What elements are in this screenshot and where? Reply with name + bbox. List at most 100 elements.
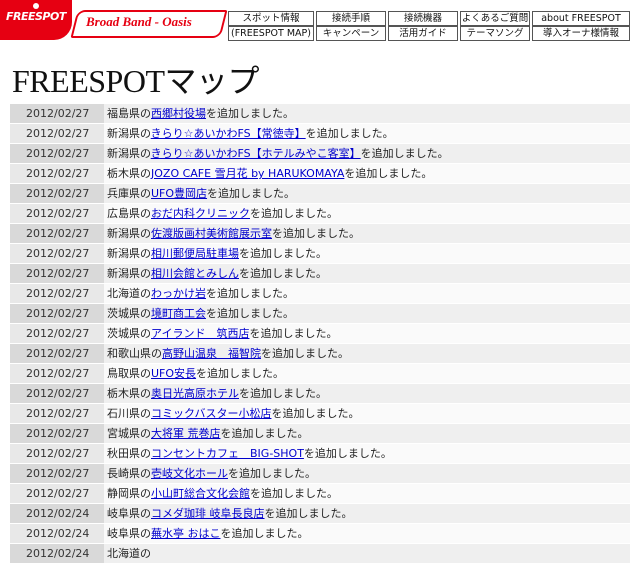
page-title: FREESPOTマップ (12, 63, 260, 99)
spot-link[interactable]: 相川会館とみしん (151, 267, 239, 280)
entry-suffix: を追加しました。 (206, 307, 294, 320)
nav-link-2-0[interactable]: 接続機器 (388, 11, 458, 26)
spot-link[interactable]: おだ内科クリニック (151, 207, 250, 220)
spot-link[interactable]: コンセントカフェ BIG-SHOT (151, 447, 304, 460)
freespot-logo[interactable]: FREESPOT (0, 0, 72, 40)
entry-message: 北海道のわっかけ岩を追加しました。 (104, 284, 630, 303)
spot-link[interactable]: 壱岐文化ホール (151, 467, 228, 480)
spot-link[interactable]: 奥日光高原ホテル (151, 387, 239, 400)
list-item: 2012/02/27 新潟県のきらり☆あいかわFS【常徳寺】を追加しました。 (10, 124, 630, 144)
nav-link-2-1[interactable]: 活用ガイド (388, 26, 458, 41)
entry-prefecture: 新潟県の (107, 227, 151, 240)
entry-message: 新潟県の相川郵便局駐車場を追加しました。 (104, 244, 630, 263)
nav-link-0-1[interactable]: (FREESPOT MAP) (228, 26, 314, 41)
spot-link[interactable]: コメダ珈琲 岐阜長良店 (151, 507, 265, 520)
spot-link[interactable]: 佐渡版画村美術館展示室 (151, 227, 272, 240)
list-item: 2012/02/27 栃木県のJOZO CAFE 雪月花 by HARUKOMAY… (10, 164, 630, 184)
entry-prefecture: 宮城県の (107, 427, 151, 440)
entry-prefecture: 岐阜県の (107, 507, 151, 520)
spot-link[interactable]: きらり☆あいかわFS【ホテルみやこ客室】 (151, 147, 361, 160)
entry-prefecture: 和歌山県の (107, 347, 162, 360)
entry-suffix: を追加しました。 (344, 167, 433, 180)
entry-date: 2012/02/27 (10, 464, 104, 483)
entry-message: 新潟県のきらり☆あいかわFS【ホテルみやこ客室】を追加しました。 (104, 144, 630, 163)
list-item: 2012/02/27 茨城県の境町商工会を追加しました。 (10, 304, 630, 324)
nav-link-4-1[interactable]: 導入オーナ様情報 (532, 26, 630, 41)
entry-message: 秋田県のコンセントカフェ BIG-SHOTを追加しました。 (104, 444, 630, 463)
spot-link[interactable]: わっかけ岩 (151, 287, 206, 300)
entry-suffix: を追加しました。 (239, 387, 327, 400)
nav-link-1-0[interactable]: 接続手順 (316, 11, 386, 26)
list-item: 2012/02/24 岐阜県のコメダ珈琲 岐阜長良店を追加しました。 (10, 504, 630, 524)
entry-suffix: を追加しました。 (360, 147, 449, 160)
entry-prefecture: 新潟県の (107, 267, 151, 280)
entry-message: 長崎県の壱岐文化ホールを追加しました。 (104, 464, 630, 483)
entry-suffix: を追加しました。 (228, 467, 316, 480)
nav-link-1-1[interactable]: キャンペーン (316, 26, 386, 41)
entry-message: 兵庫県のUFO豊岡店を追加しました。 (104, 184, 630, 203)
spot-link[interactable]: コミックバスター小松店 (151, 407, 271, 420)
spot-link[interactable]: JOZO CAFE 雪月花 by HARUKOMAYA (151, 167, 344, 180)
site-header: FREESPOT Broad Band - Oasis スポット情報 (FREES… (0, 0, 640, 44)
list-item: 2012/02/27 北海道のわっかけ岩を追加しました。 (10, 284, 630, 304)
entry-prefecture: 北海道の (107, 287, 151, 300)
list-item: 2012/02/27 和歌山県の高野山温泉 福智院を追加しました。 (10, 344, 630, 364)
spot-link[interactable]: 蕪水亭 おはこ (151, 527, 221, 540)
entry-date: 2012/02/27 (10, 364, 104, 383)
entry-prefecture: 栃木県の (107, 167, 151, 180)
entry-suffix: を追加しました。 (250, 487, 338, 500)
entry-message: 茨城県の境町商工会を追加しました。 (104, 304, 630, 323)
nav-link-3-1[interactable]: テーマソング (460, 26, 530, 41)
entry-suffix: を追加しました。 (220, 427, 309, 440)
spot-link[interactable]: 大将軍 荒巻店 (151, 427, 221, 440)
brand-text[interactable]: Broad Band - Oasis (86, 14, 192, 30)
entry-suffix: を追加しました。 (250, 207, 338, 220)
entry-prefecture: 長崎県の (107, 467, 151, 480)
entry-prefecture: 福島県の (107, 107, 151, 120)
list-item: 2012/02/24 北海道の (10, 544, 630, 564)
nav-link-4-0[interactable]: about FREESPOT (532, 11, 630, 26)
list-item: 2012/02/27 新潟県の相川会館とみしんを追加しました。 (10, 264, 630, 284)
entry-message: 石川県のコミックバスター小松店を追加しました。 (104, 404, 630, 423)
spot-link[interactable]: UFO安長 (151, 367, 196, 380)
entry-date: 2012/02/27 (10, 324, 104, 343)
entry-date: 2012/02/27 (10, 144, 104, 163)
entry-date: 2012/02/27 (10, 444, 104, 463)
list-item: 2012/02/27 新潟県のきらり☆あいかわFS【ホテルみやこ客室】を追加しまし… (10, 144, 630, 164)
spot-link[interactable]: 西郷村役場 (151, 107, 206, 120)
entry-message: 福島県の西郷村役場を追加しました。 (104, 104, 630, 123)
list-item: 2012/02/27 長崎県の壱岐文化ホールを追加しました。 (10, 464, 630, 484)
entry-prefecture: 秋田県の (107, 447, 151, 460)
entry-prefecture: 兵庫県の (107, 187, 151, 200)
entry-suffix: を追加しました。 (207, 187, 296, 200)
list-item: 2012/02/27 新潟県の佐渡版画村美術館展示室を追加しました。 (10, 224, 630, 244)
entry-date: 2012/02/27 (10, 124, 104, 143)
spot-link[interactable]: 高野山温泉 福智院 (162, 347, 261, 360)
entry-prefecture: 広島県の (107, 207, 151, 220)
update-list: 2012/02/27 福島県の西郷村役場を追加しました。 2012/02/27 新潟県… (10, 104, 630, 564)
spot-link[interactable]: アイランド 筑西店 (151, 327, 249, 340)
entry-message: 栃木県のJOZO CAFE 雪月花 by HARUKOMAYAを追加しました。 (104, 164, 630, 183)
entry-message: 岐阜県のコメダ珈琲 岐阜長良店を追加しました。 (104, 504, 630, 523)
entry-message: 新潟県の相川会館とみしんを追加しました。 (104, 264, 630, 283)
entry-date: 2012/02/27 (10, 284, 104, 303)
spot-link[interactable]: UFO豊岡店 (151, 187, 207, 200)
entry-date: 2012/02/27 (10, 424, 104, 443)
nav-link-3-0[interactable]: よくあるご質問 (460, 11, 530, 26)
spot-link[interactable]: 相川郵便局駐車場 (151, 247, 239, 260)
entry-date: 2012/02/27 (10, 244, 104, 263)
entry-message: 茨城県のアイランド 筑西店を追加しました。 (104, 324, 630, 343)
entry-date: 2012/02/27 (10, 384, 104, 403)
spot-link[interactable]: 境町商工会 (151, 307, 206, 320)
entry-suffix: を追加しました。 (303, 447, 392, 460)
spot-link[interactable]: きらり☆あいかわFS【常徳寺】 (151, 127, 306, 140)
entry-date: 2012/02/27 (10, 404, 104, 423)
entry-suffix: を追加しました。 (196, 367, 285, 380)
entry-date: 2012/02/27 (10, 484, 104, 503)
list-item: 2012/02/27 栃木県の奥日光高原ホテルを追加しました。 (10, 384, 630, 404)
logo-dot-icon (33, 3, 39, 9)
spot-link[interactable]: 小山町総合文化会館 (151, 487, 250, 500)
nav-link-0-0[interactable]: スポット情報 (228, 11, 314, 26)
list-item: 2012/02/27 秋田県のコンセントカフェ BIG-SHOTを追加しました。 (10, 444, 630, 464)
entry-suffix: を追加しました。 (220, 527, 309, 540)
